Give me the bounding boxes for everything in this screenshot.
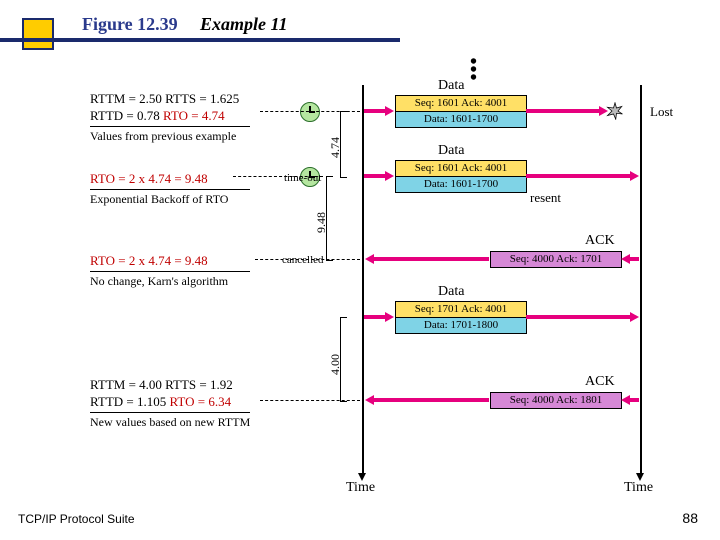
time-label-left: Time: [346, 480, 375, 496]
timeout-label: time-out: [284, 172, 321, 184]
recv-arrow-icon: [621, 396, 639, 404]
data-box: Data: 1601-1700: [395, 111, 527, 128]
seq-box: Seq: 1601 Ack: 4001: [395, 160, 527, 177]
title-square-icon: [22, 18, 54, 50]
send-arrow-icon: [526, 107, 608, 115]
calc-line: RTTM = 4.00 RTTS = 1.92: [90, 376, 280, 393]
calc-line: RTO = 2 x 4.74 = 9.48: [90, 252, 265, 269]
calc-line: RTO = 2 x 4.74 = 9.48: [90, 170, 265, 187]
send-arrow-icon: [364, 313, 394, 321]
calc-line: RTTD = 0.78 RTO = 4.74: [90, 107, 265, 124]
ack-box: Seq: 4000 Ack: 1701: [490, 251, 622, 268]
connector-dash: [255, 259, 360, 260]
ack-box: Seq: 4000 Ack: 1801: [490, 392, 622, 409]
send-arrow-icon: [364, 172, 394, 180]
sequence-diagram: ••• Time Time Data Seq: 1601 Ack: 4001 D…: [0, 60, 720, 490]
calc-note: Values from previous example: [90, 128, 236, 145]
rto-duration: 9.48: [314, 212, 329, 233]
cancelled-label: cancelled: [282, 254, 324, 266]
calc-note: No change, Karn's algorithm: [90, 273, 228, 290]
ack-label: ACK: [585, 374, 615, 390]
calc-block-1: RTTM = 2.50 RTTS = 1.625 RTTD = 0.78 RTO…: [90, 90, 265, 124]
seq-box: Seq: 1601 Ack: 4001: [395, 95, 527, 112]
recv-arrow-icon: [621, 255, 639, 263]
resent-label: resent: [530, 190, 561, 206]
slide: Figure 12.39 Example 11 ••• Time Time Da…: [0, 0, 720, 540]
ack-label: ACK: [585, 233, 615, 249]
recv-arrow-icon: [365, 396, 489, 404]
ellipsis-icon: •••: [470, 58, 477, 82]
seq-box: Seq: 1701 Ack: 4001: [395, 301, 527, 318]
send-arrow-icon: [526, 313, 639, 321]
recv-arrow-icon: [365, 255, 489, 263]
figure-number: Figure 12.39: [82, 14, 178, 35]
rto-duration: 4.74: [328, 137, 343, 158]
calc-note: New values based on new RTTM: [90, 414, 250, 431]
calc-divider: [90, 412, 250, 413]
data-label: Data: [438, 143, 464, 159]
calc-block-4: RTTM = 4.00 RTTS = 1.92 RTTD = 1.105 RTO…: [90, 376, 280, 410]
calc-block-3: RTO = 2 x 4.74 = 9.48: [90, 252, 265, 269]
title-underline: [0, 38, 400, 42]
send-arrow-icon: [364, 107, 394, 115]
calc-divider: [90, 271, 250, 272]
data-label: Data: [438, 78, 464, 94]
calc-divider: [90, 189, 250, 190]
lost-star-icon: [606, 102, 624, 120]
connector-dash: [260, 111, 360, 112]
calc-divider: [90, 126, 250, 127]
calc-note: Exponential Backoff of RTO: [90, 191, 228, 208]
calc-line: RTTD = 1.105 RTO = 6.34: [90, 393, 280, 410]
figure-subtitle: Example 11: [200, 14, 288, 35]
data-box: Data: 1601-1700: [395, 176, 527, 193]
sender-timeline: [362, 85, 364, 475]
calc-block-2: RTO = 2 x 4.74 = 9.48: [90, 170, 265, 187]
timer-icon: [300, 102, 320, 122]
send-arrow-icon: [526, 172, 639, 180]
time-label-right: Time: [624, 480, 653, 496]
receiver-timeline: [640, 85, 642, 475]
page-number: 88: [682, 510, 698, 526]
lost-label: Lost: [650, 104, 673, 120]
rtt-duration: 4.00: [328, 354, 343, 375]
data-label: Data: [438, 284, 464, 300]
data-box: Data: 1701-1800: [395, 317, 527, 334]
calc-line: RTTM = 2.50 RTTS = 1.625: [90, 90, 265, 107]
footer-left: TCP/IP Protocol Suite: [18, 512, 135, 526]
